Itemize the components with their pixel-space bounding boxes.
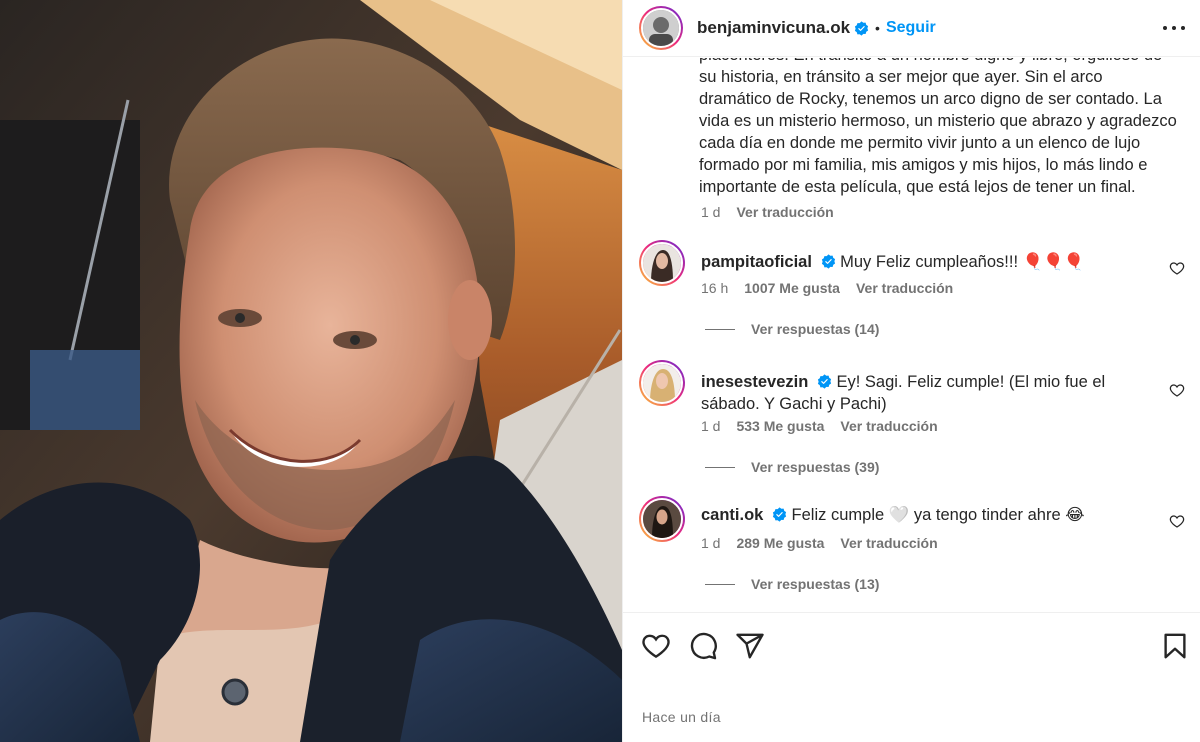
comment-like-heart-icon[interactable] <box>1169 260 1185 276</box>
caption-text: su historia, en tránsito a ser mejor que… <box>699 68 1177 196</box>
view-replies-button[interactable]: Ver respuestas (13) <box>705 576 879 592</box>
author-username[interactable]: benjaminvicuna.ok <box>697 18 850 38</box>
comment-text: inesestevezin Ey! Sagi. Feliz cumple! (E… <box>701 371 1166 415</box>
view-replies-button[interactable]: Ver respuestas (39) <box>705 459 879 475</box>
post-header: benjaminvicuna.ok • Seguir <box>623 0 1200 57</box>
comment-body: Feliz cumple 🤍 ya tengo tinder ahre 😂 <box>791 506 1085 524</box>
caption-partial-line: placenteros. En tránsito a un hombre dig… <box>699 58 1179 66</box>
comment-meta: 1 d 533 Me gusta Ver traducción <box>701 418 954 434</box>
post-actions-bar: Hace un día <box>623 612 1200 742</box>
replies-divider <box>705 583 735 585</box>
comment-translate-link[interactable]: Ver traducción <box>840 535 937 551</box>
post-detail-panel: benjaminvicuna.ok • Seguir placenteros. … <box>622 0 1200 742</box>
post-photo[interactable] <box>0 0 622 742</box>
comment-like-heart-icon[interactable] <box>1169 382 1185 398</box>
comment-translate-link[interactable]: Ver traducción <box>856 280 953 296</box>
commenter-avatar[interactable] <box>639 360 685 406</box>
comment-likes[interactable]: 533 Me gusta <box>736 418 824 434</box>
comment-likes[interactable]: 289 Me gusta <box>736 535 824 551</box>
comment-text: canti.ok Feliz cumple 🤍 ya tengo tinder … <box>701 504 1161 526</box>
post-time[interactable]: Hace un día <box>642 709 721 725</box>
view-replies-button[interactable]: Ver respuestas (14) <box>705 321 879 337</box>
heart-icon[interactable] <box>641 631 671 661</box>
comment-meta: 16 h 1007 Me gusta Ver traducción <box>701 280 969 296</box>
more-options-icon[interactable] <box>1163 18 1185 38</box>
header-separator: • <box>875 20 880 36</box>
caption-translate-link[interactable]: Ver traducción <box>736 204 833 220</box>
comment-translate-link[interactable]: Ver traducción <box>840 418 937 434</box>
replies-divider <box>705 328 735 330</box>
comment-time: 1 d <box>701 418 721 434</box>
bookmark-icon[interactable] <box>1160 631 1190 661</box>
commenter-avatar-image <box>643 244 681 282</box>
verified-badge-icon <box>817 374 832 389</box>
post-caption: placenteros. En tránsito a un hombre dig… <box>699 58 1179 198</box>
commenter-avatar[interactable] <box>639 496 685 542</box>
comment-time: 16 h <box>701 280 729 296</box>
comment-username[interactable]: pampitaoficial <box>701 253 812 271</box>
comment-like-heart-icon[interactable] <box>1169 513 1185 529</box>
verified-badge-icon <box>772 507 787 522</box>
comment-body: Muy Feliz cumpleaños!!! 🎈🎈🎈 <box>840 253 1085 271</box>
commenter-avatar-image <box>643 364 681 402</box>
view-replies-label: Ver respuestas (13) <box>751 576 880 592</box>
commenter-avatar-image <box>643 500 681 538</box>
caption-time: 1 d <box>701 204 721 220</box>
comment-time: 1 d <box>701 535 721 551</box>
comments-scroll-area[interactable]: placenteros. En tránsito a un hombre dig… <box>623 58 1200 612</box>
verified-badge-icon <box>821 254 835 269</box>
comment-meta: 1 d 289 Me gusta Ver traducción <box>701 535 954 551</box>
post-photo-illustration <box>0 0 622 742</box>
comment-username[interactable]: canti.ok <box>701 506 763 524</box>
caption-meta: 1 d Ver traducción <box>701 204 850 220</box>
comment-text: pampitaoficial Muy Feliz cumpleaños!!! 🎈… <box>701 251 1161 273</box>
verified-badge-icon <box>854 20 869 36</box>
view-replies-label: Ver respuestas (39) <box>751 459 880 475</box>
comment-icon[interactable] <box>688 631 718 661</box>
comment-username[interactable]: inesestevezin <box>701 373 808 391</box>
commenter-avatar[interactable] <box>639 240 685 286</box>
follow-button[interactable]: Seguir <box>886 19 936 37</box>
view-replies-label: Ver respuestas (14) <box>751 321 880 337</box>
author-avatar-image <box>643 10 679 46</box>
author-avatar[interactable] <box>639 6 683 50</box>
share-icon[interactable] <box>735 631 765 661</box>
replies-divider <box>705 466 735 468</box>
comment-likes[interactable]: 1007 Me gusta <box>744 280 840 296</box>
